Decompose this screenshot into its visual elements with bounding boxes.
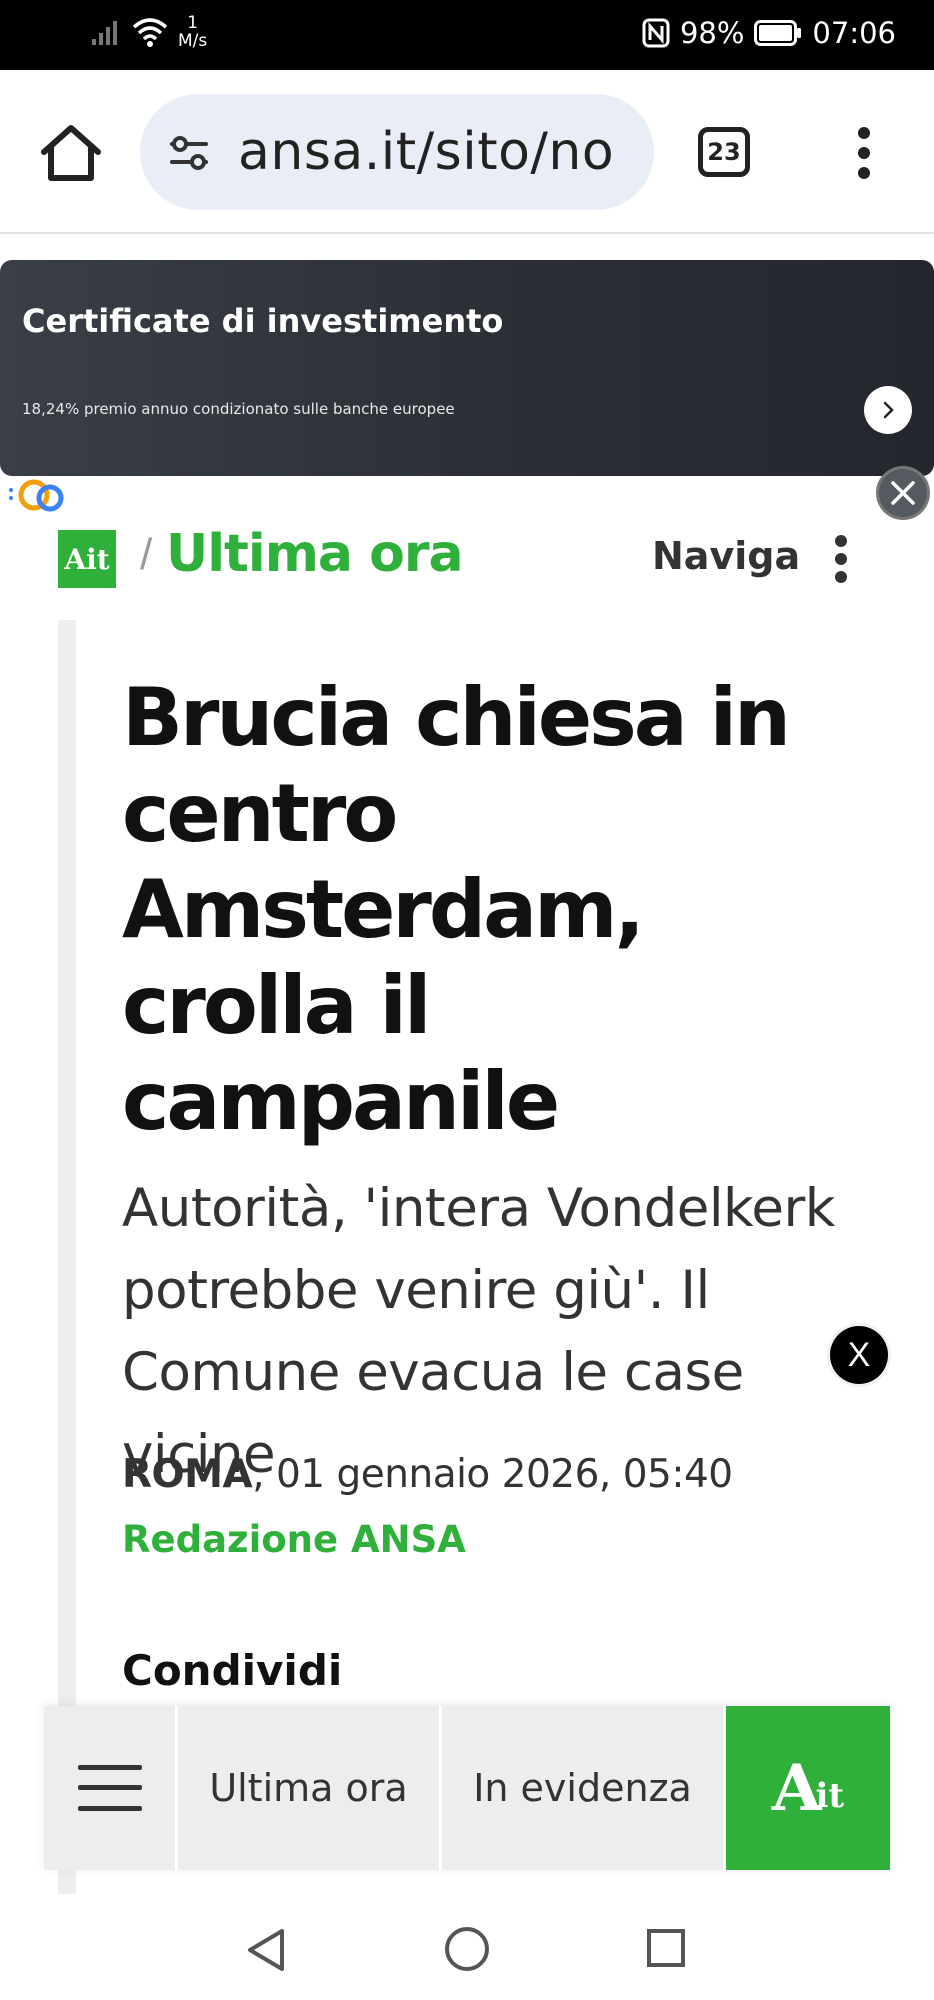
dateline-date: , 01 gennaio 2026, 05:40: [252, 1452, 733, 1497]
back-icon[interactable]: [246, 1928, 286, 1972]
home-nav-icon[interactable]: [444, 1926, 490, 1972]
hamburger-icon: [77, 1765, 142, 1811]
browser-menu-icon[interactable]: [852, 125, 876, 181]
address-bar[interactable]: ansa.it/sito/no: [140, 94, 654, 210]
article-headline: Brucia chiesa in centro Amsterdam, croll…: [122, 671, 791, 1148]
section-title[interactable]: Ultima ora: [166, 524, 464, 584]
speed-unit: M/s: [178, 31, 208, 51]
status-right: 98% 07:06: [642, 16, 896, 50]
home-icon[interactable]: [38, 122, 104, 184]
section-header: Ait / Ultima ora Naviga: [0, 520, 934, 596]
browser-toolbar: ansa.it/sito/no 23: [0, 70, 934, 234]
ansa-logo[interactable]: Ait: [58, 530, 116, 588]
nav-in-evidenza[interactable]: In evidenza: [442, 1706, 726, 1870]
url-text[interactable]: ansa.it/sito/no: [238, 122, 614, 182]
logo-suffix: it: [815, 1776, 845, 1816]
clock: 07:06: [812, 16, 896, 50]
signal-icon: [92, 21, 117, 45]
network-speed: 1 M/s: [178, 14, 207, 50]
hamburger-menu-button[interactable]: [44, 1706, 178, 1870]
share-heading: Condividi: [122, 1646, 343, 1695]
battery-icon: [754, 20, 802, 46]
battery-percent: 98%: [679, 16, 745, 50]
ad-title: Certificate di investimento: [22, 302, 504, 340]
ad-choices-icon[interactable]: [8, 478, 70, 512]
article-header: Brucia chiesa in centro Amsterdam, croll…: [122, 670, 862, 1496]
article-subtitle: Autorità, 'intera Vondelkerk potrebbe ve…: [122, 1178, 835, 1485]
ad-arrow-button[interactable]: [864, 386, 912, 434]
floating-close-button[interactable]: X: [830, 1326, 888, 1384]
more-options-icon[interactable]: [834, 534, 848, 584]
logo-letter: A: [771, 1750, 822, 1826]
ansa-home-button[interactable]: Ait: [726, 1706, 890, 1870]
nav-ultima-ora[interactable]: Ultima ora: [178, 1706, 442, 1870]
site-settings-icon[interactable]: [166, 128, 214, 176]
system-nav-bar: [0, 1894, 934, 2000]
tab-switcher-button[interactable]: 23: [698, 127, 750, 177]
chevron-right-icon: [883, 401, 894, 419]
status-left: 1 M/s: [92, 14, 207, 50]
dateline-city: ROMA: [122, 1452, 253, 1497]
speed-value: 1: [187, 13, 199, 33]
bottom-article-nav: Ultima ora In evidenza Ait: [44, 1706, 890, 1870]
nfc-icon: [642, 18, 670, 48]
ad-close-button[interactable]: [876, 466, 930, 520]
article-dateline: ROMA, 01 gennaio 2026, 05:40: [122, 1452, 733, 1497]
ad-banner[interactable]: Certificate di investimento 18,24% premi…: [0, 260, 934, 476]
status-bar: 1 M/s 98% 07:06: [0, 0, 934, 70]
recent-apps-icon[interactable]: [646, 1928, 686, 1968]
article-author[interactable]: Redazione ANSA: [122, 1518, 466, 1561]
close-icon: [891, 481, 915, 505]
breadcrumb-separator: /: [140, 530, 153, 579]
ad-subtitle: 18,24% premio annuo condizionato sulle b…: [22, 400, 455, 418]
wifi-icon: [132, 18, 168, 47]
naviga-button[interactable]: Naviga: [652, 534, 800, 578]
